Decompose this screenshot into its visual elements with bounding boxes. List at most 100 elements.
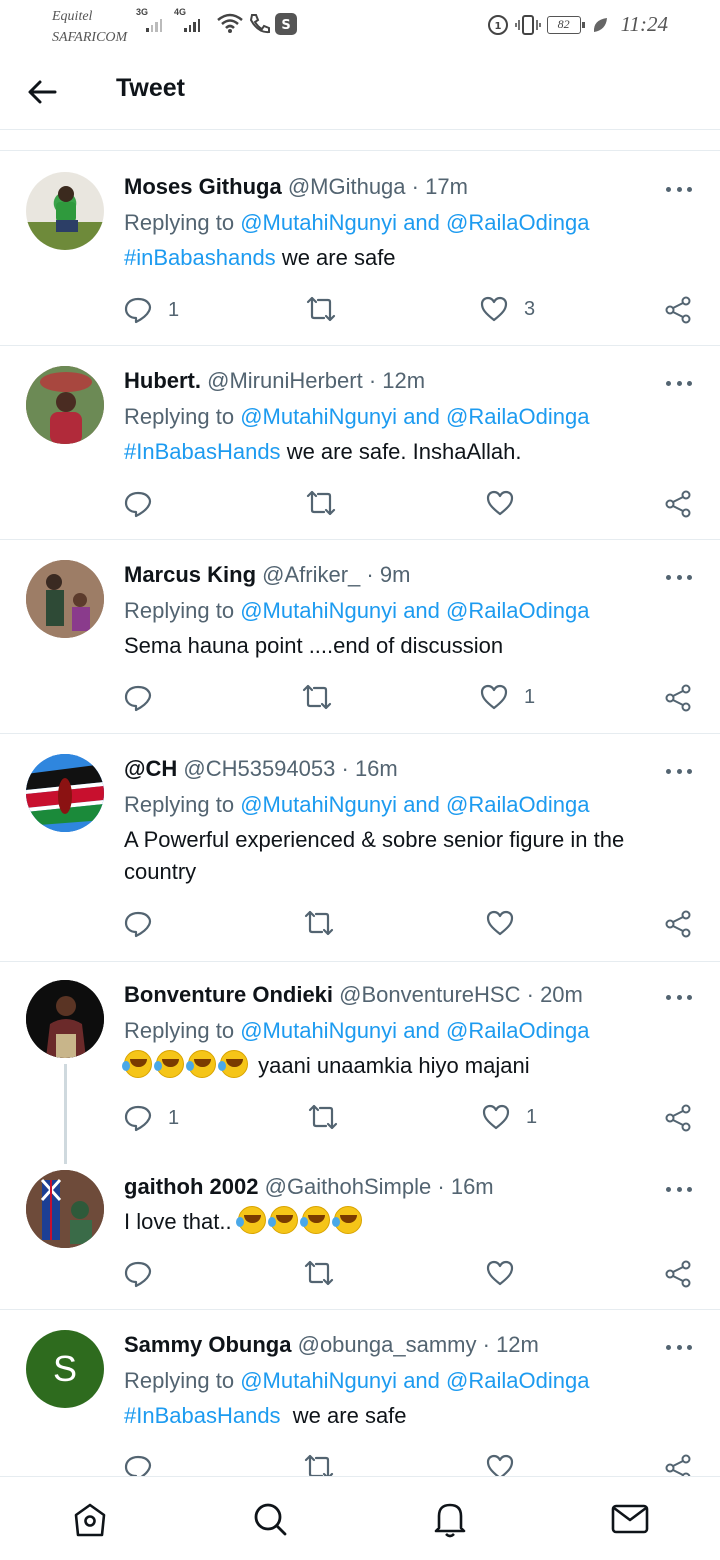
mention-link[interactable]: @MutahiNgunyi [240, 792, 397, 817]
author-name[interactable]: gaithoh 2002 [124, 1174, 258, 1199]
mention-link[interactable]: @RailaOdinga [446, 1368, 589, 1393]
like-button[interactable]: 1 [480, 684, 535, 710]
avatar-photo [26, 1170, 104, 1248]
author-handle[interactable]: @MiruniHerbert [207, 368, 363, 393]
nav-messages-button[interactable] [608, 1497, 652, 1541]
reply-button[interactable] [124, 684, 168, 712]
author-handle[interactable]: @obunga_sammy [298, 1332, 477, 1357]
reply-button[interactable] [124, 1454, 152, 1476]
more-button[interactable] [666, 766, 692, 776]
reply-and: and [403, 1018, 440, 1043]
retweet-icon [304, 910, 334, 936]
nav-notifications-button[interactable] [428, 1497, 472, 1541]
svg-text:1: 1 [494, 21, 501, 32]
share-button[interactable] [664, 684, 692, 712]
mention-link[interactable]: @MutahiNgunyi [240, 598, 397, 623]
reply-and: and [403, 210, 440, 235]
like-button[interactable] [486, 910, 530, 936]
mention-link[interactable]: @MutahiNgunyi [240, 210, 397, 235]
share-button[interactable] [664, 490, 692, 518]
retweet-button[interactable] [304, 910, 350, 936]
tweet-moses-githuga[interactable]: Moses Githuga @MGithuga · 17m Replying t… [0, 152, 720, 346]
hashtag-link[interactable]: #InBabasHands [124, 1403, 281, 1428]
more-button[interactable] [666, 992, 692, 1002]
reply-button[interactable] [124, 1260, 168, 1288]
like-button[interactable] [486, 1260, 530, 1286]
reply-button[interactable]: 1 [124, 296, 179, 324]
nav-home-button[interactable] [68, 1497, 112, 1541]
more-button[interactable] [666, 1184, 692, 1194]
share-button[interactable] [664, 1454, 692, 1476]
tweet-hubert[interactable]: Hubert. @MiruniHerbert · 12m Replying to… [0, 346, 720, 540]
tweet-header: Bonventure Ondieki @BonventureHSC · 20m [124, 980, 583, 1010]
mention-link[interactable]: @RailaOdinga [446, 598, 589, 623]
avatar[interactable] [26, 366, 104, 444]
retweet-button[interactable] [308, 1104, 354, 1130]
author-name[interactable]: Moses Githuga [124, 174, 282, 199]
like-button[interactable]: 3 [480, 296, 535, 322]
mention-link[interactable]: @RailaOdinga [446, 792, 589, 817]
avatar[interactable] [26, 980, 104, 1058]
mention-link[interactable]: @MutahiNgunyi [240, 404, 397, 429]
author-name[interactable]: Hubert. [124, 368, 201, 393]
mention-link[interactable]: @RailaOdinga [446, 210, 589, 235]
home-icon [74, 1503, 106, 1537]
mention-link[interactable]: @RailaOdinga [446, 404, 589, 429]
avatar[interactable] [26, 172, 104, 250]
tweet-marcus-king[interactable]: Marcus King @Afriker_ · 9m Replying to @… [0, 540, 720, 734]
wifi-icon [217, 13, 243, 33]
status-bar: Equitel SAFARICOM 3G 4G S 1 82 11:24 [0, 0, 720, 52]
tweet-sammy-obunga[interactable]: S Sammy Obunga @obunga_sammy · 12m Reply… [0, 1310, 720, 1476]
retweet-button[interactable] [304, 1260, 350, 1286]
retweet-button[interactable] [306, 490, 352, 516]
more-button[interactable] [666, 1342, 692, 1352]
hashtag-link[interactable]: #InBabasHands [124, 439, 281, 464]
share-button[interactable] [664, 296, 692, 324]
more-button[interactable] [666, 572, 692, 582]
author-handle[interactable]: @MGithuga [288, 174, 406, 199]
author-name[interactable]: Marcus King [124, 562, 256, 587]
tweet-header: gaithoh 2002 @GaithohSimple · 16m [124, 1172, 494, 1202]
reply-button[interactable] [124, 910, 168, 938]
tweet-gaithoh-2002[interactable]: gaithoh 2002 @GaithohSimple · 16m I love… [0, 1152, 720, 1310]
retweet-button[interactable] [304, 1454, 334, 1476]
avatar[interactable] [26, 560, 104, 638]
back-button[interactable] [24, 74, 60, 110]
app-notification-icon: S [275, 13, 297, 35]
reply-button[interactable] [124, 490, 168, 518]
author-handle[interactable]: @CH53594053 [183, 756, 335, 781]
mention-link[interactable]: @RailaOdinga [446, 1018, 589, 1043]
author-name[interactable]: @CH [124, 756, 177, 781]
tweet-ch[interactable]: @CH @CH53594053 · 16m Replying to @Mutah… [0, 734, 720, 962]
author-name[interactable]: Bonventure Ondieki [124, 982, 333, 1007]
tweet-time: 16m [354, 756, 398, 781]
rofl-emoji-icon [235, 1206, 266, 1234]
author-name[interactable]: Sammy Obunga [124, 1332, 291, 1357]
tweet-body: we are safe [292, 1403, 407, 1428]
like-button[interactable]: 1 [482, 1104, 537, 1130]
reply-button[interactable]: 1 [124, 1104, 179, 1132]
retweet-button[interactable] [302, 684, 348, 710]
author-handle[interactable]: @Afriker_ [262, 562, 360, 587]
avatar[interactable]: S [26, 1330, 104, 1408]
share-button[interactable] [664, 1260, 692, 1288]
tweet-text: #InBabasHands we are safe. InshaAllah. [124, 436, 680, 468]
share-button[interactable] [664, 1104, 692, 1132]
mention-link[interactable]: @MutahiNgunyi [240, 1018, 397, 1043]
more-button[interactable] [666, 378, 692, 388]
like-button[interactable] [486, 1454, 514, 1476]
mention-link[interactable]: @MutahiNgunyi [240, 1368, 397, 1393]
avatar[interactable] [26, 754, 104, 832]
avatar[interactable] [26, 1170, 104, 1248]
nav-search-button[interactable] [248, 1497, 292, 1541]
more-button[interactable] [666, 184, 692, 194]
share-button[interactable] [664, 910, 692, 938]
tweet-bonventure-ondieki[interactable]: Bonventure Ondieki @BonventureHSC · 20m … [0, 962, 720, 1152]
hashtag-link[interactable]: #inBabashands [124, 245, 276, 270]
author-handle[interactable]: @BonventureHSC [339, 982, 520, 1007]
tweet-header: Sammy Obunga @obunga_sammy · 12m [124, 1330, 539, 1360]
like-button[interactable] [486, 490, 530, 516]
retweet-button[interactable] [306, 296, 352, 322]
signal-4g-icon: 4G [174, 7, 200, 32]
author-handle[interactable]: @GaithohSimple [265, 1174, 432, 1199]
